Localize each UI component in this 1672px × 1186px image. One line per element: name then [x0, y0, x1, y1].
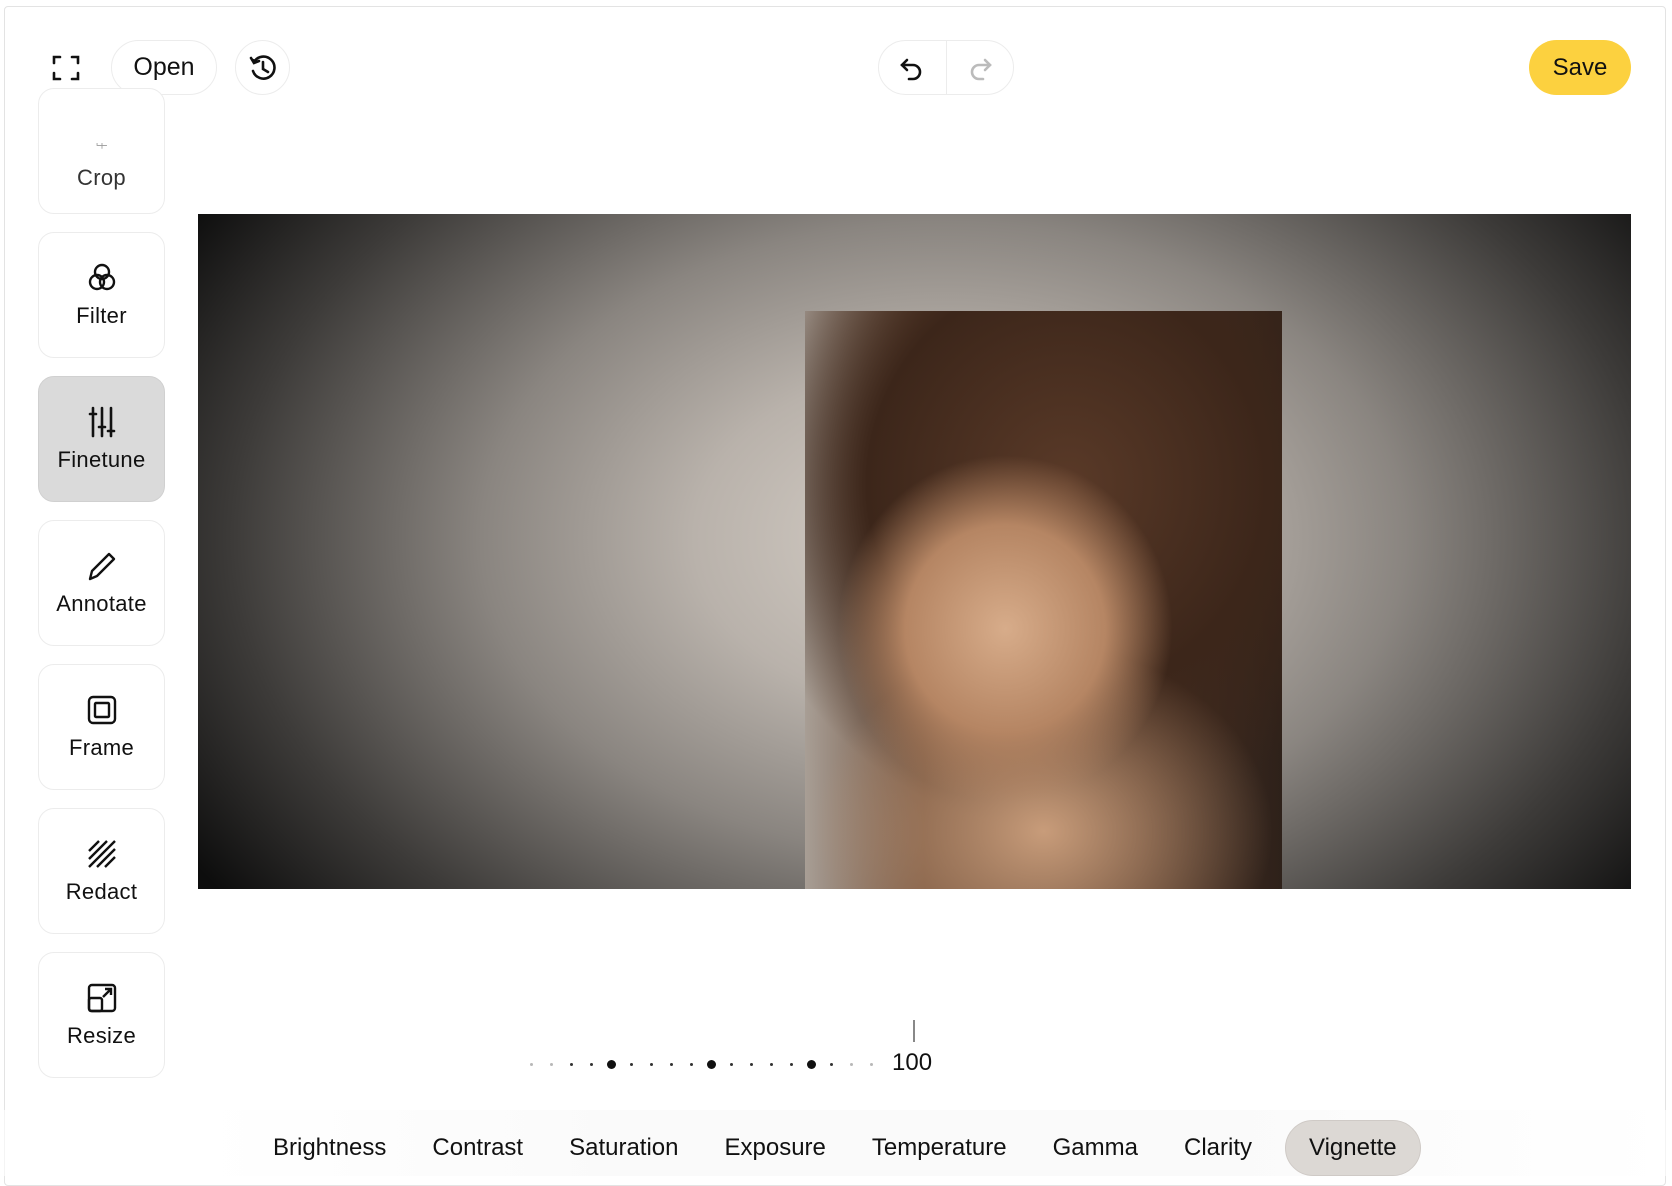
slider-tick [550, 1063, 553, 1066]
save-label: Save [1552, 53, 1608, 81]
history-icon [249, 54, 276, 80]
image-canvas[interactable] [198, 214, 1631, 889]
sidebar-item-label: Redact [65, 879, 138, 904]
sidebar-item-resize[interactable]: Resize [38, 952, 165, 1078]
sidebar-item-frame[interactable]: Frame [38, 664, 165, 790]
finetune-tabs: Brightness Contrast Saturation Exposure Temp… [250, 1120, 1421, 1176]
slider-tick [850, 1063, 853, 1066]
tab-temperature[interactable]: Temperature [849, 1120, 1030, 1176]
sidebar-item-label: Finetune [57, 447, 146, 472]
fullscreen-icon [52, 55, 80, 81]
slider-tick [590, 1063, 593, 1066]
tab-brightness[interactable]: Brightness [250, 1120, 409, 1176]
sidebar-item-label: Crop [77, 165, 126, 190]
undo-button[interactable] [879, 41, 947, 94]
slider-tick [690, 1063, 693, 1066]
filter-icon [88, 263, 115, 291]
fullscreen-button[interactable] [44, 46, 88, 90]
pencil-icon [88, 552, 115, 581]
tab-exposure[interactable]: Exposure [702, 1120, 849, 1176]
tab-saturation[interactable]: Saturation [546, 1120, 701, 1176]
redo-button[interactable] [947, 41, 1014, 94]
sidebar-item-redact[interactable]: Redact [38, 808, 165, 934]
redact-icon [87, 840, 116, 868]
tab-vignette[interactable]: Vignette [1285, 1120, 1421, 1176]
slider-tick [630, 1063, 633, 1066]
slider-tick [670, 1063, 673, 1066]
open-button[interactable]: Open [111, 40, 217, 95]
slider-value: 100 [892, 1049, 933, 1076]
portrait-photo [805, 311, 1282, 889]
history-button[interactable] [235, 40, 290, 95]
undo-icon [900, 58, 922, 80]
sidebar-item-annotate[interactable]: Annotate [38, 520, 165, 646]
slider-tick [750, 1063, 753, 1066]
frame-icon [87, 695, 116, 725]
resize-icon [87, 983, 116, 1013]
save-button[interactable]: Save [1529, 40, 1631, 95]
slider-tick [870, 1063, 873, 1066]
slider-tick [707, 1060, 716, 1069]
tab-contrast[interactable]: Contrast [409, 1120, 546, 1176]
slider-tick [570, 1063, 573, 1066]
slider-tick [730, 1063, 733, 1066]
tab-gamma[interactable]: Gamma [1030, 1120, 1161, 1176]
slider-tick [770, 1063, 773, 1066]
redo-icon [970, 58, 992, 80]
slider-center-mark [913, 1020, 915, 1042]
slider-tick [650, 1063, 653, 1066]
undo-redo-group [878, 40, 1014, 95]
sidebar-item-label: Annotate [56, 591, 147, 616]
slider-tick [790, 1063, 793, 1066]
slider-tick [830, 1063, 833, 1066]
sidebar-item-label: Frame [68, 735, 135, 760]
slider-tick [807, 1060, 816, 1069]
sidebar-item-finetune[interactable]: Finetune [38, 376, 165, 502]
crop-icon [96, 143, 107, 149]
sidebar-item-filter[interactable]: Filter [38, 232, 165, 358]
vignette-slider[interactable] [530, 1055, 890, 1075]
open-label: Open [133, 53, 195, 81]
sidebar-item-label: Filter [76, 303, 127, 328]
sidebar-item-label: Resize [66, 1023, 137, 1048]
sidebar-item-crop[interactable]: Crop [38, 88, 165, 214]
sliders-icon [88, 406, 115, 438]
slider-tick [607, 1060, 616, 1069]
slider-tick [530, 1063, 533, 1066]
tab-clarity[interactable]: Clarity [1161, 1120, 1275, 1176]
